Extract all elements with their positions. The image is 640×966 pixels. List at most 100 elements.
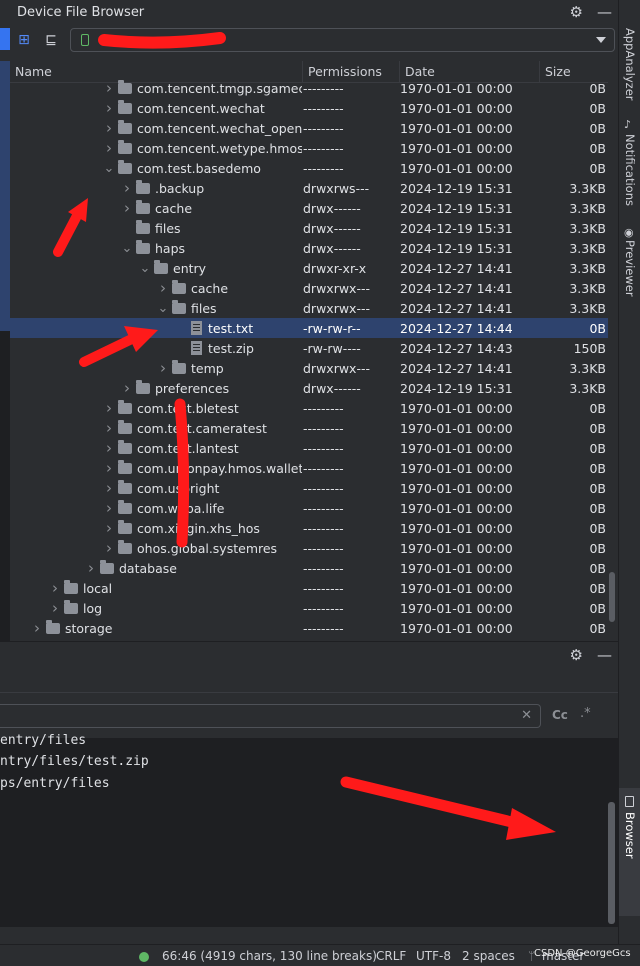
tree-view-icon[interactable]: ⊑ bbox=[42, 31, 60, 49]
chevron-right-icon[interactable]: › bbox=[120, 198, 134, 218]
tab-notifications[interactable]: Notifications bbox=[623, 134, 637, 206]
table-row[interactable]: › cache drwx------ 2024-12-19 15:31 3.3KB bbox=[10, 198, 608, 218]
row-size: 3.3KB bbox=[569, 300, 606, 316]
chevron-down-icon bbox=[596, 37, 606, 43]
row-permissions: --------- bbox=[303, 140, 344, 156]
find-input[interactable]: ✕ bbox=[0, 704, 541, 728]
chevron-right-icon[interactable]: › bbox=[156, 358, 170, 378]
chevron-right-icon[interactable]: › bbox=[102, 98, 116, 118]
match-case-toggle[interactable]: Cc bbox=[552, 708, 568, 722]
chevron-right-icon[interactable]: › bbox=[120, 378, 134, 398]
table-row[interactable]: › .backup drwxrws--- 2024-12-19 15:31 3.3KB bbox=[10, 178, 608, 198]
row-date: 1970-01-01 00:00 bbox=[400, 540, 513, 556]
row-size: 3.3KB bbox=[569, 180, 606, 196]
row-name: haps bbox=[155, 240, 186, 256]
table-row[interactable]: › com.wuba.life --------- 1970-01-01 00:00 0… bbox=[10, 498, 608, 518]
folder-icon bbox=[118, 539, 132, 554]
row-size: 0B bbox=[589, 520, 606, 536]
table-row[interactable]: › database --------- 1970-01-01 00:00 0B bbox=[10, 558, 608, 578]
row-date: 1970-01-01 00:00 bbox=[400, 440, 513, 456]
row-size: 0B bbox=[589, 160, 606, 176]
row-size: 0B bbox=[589, 560, 606, 576]
table-row[interactable]: › temp drwxrwx--- 2024-12-27 14:41 3.3KB bbox=[10, 358, 608, 378]
group-view-icon[interactable]: ⊞ bbox=[15, 31, 33, 49]
tab-previewer[interactable]: Previewer bbox=[623, 240, 637, 297]
row-date: 2024-12-27 14:43 bbox=[400, 340, 513, 356]
row-size: 0B bbox=[589, 460, 606, 476]
tab-device-file-browser[interactable]: Device File Browser bbox=[619, 788, 640, 916]
row-name: com.tencent.tmgp.sgamece... bbox=[137, 80, 302, 96]
chevron-right-icon[interactable]: › bbox=[156, 278, 170, 298]
chevron-right-icon[interactable]: › bbox=[30, 618, 44, 638]
table-row[interactable]: ⌄ files drwxrwx--- 2024-12-27 14:41 3.3KB bbox=[10, 298, 608, 318]
table-row[interactable]: › storage --------- 1970-01-01 00:00 0B bbox=[10, 618, 608, 638]
chevron-down-icon[interactable]: ⌄ bbox=[120, 238, 134, 258]
folder-icon bbox=[100, 559, 114, 574]
chevron-down-icon[interactable]: ⌄ bbox=[138, 258, 152, 278]
chevron-right-icon[interactable]: › bbox=[102, 498, 116, 518]
table-row[interactable]: › preferences drwx------ 2024-12-19 15:31 3.… bbox=[10, 378, 608, 398]
gear-icon[interactable]: ⚙ bbox=[570, 3, 583, 21]
row-date: 1970-01-01 00:00 bbox=[400, 460, 513, 476]
chevron-right-icon[interactable]: › bbox=[102, 138, 116, 158]
table-row[interactable]: test.txt -rw-rw-r-- 2024-12-27 14:44 0B bbox=[10, 318, 608, 338]
line-separator[interactable]: CRLF bbox=[376, 949, 406, 963]
folder-icon bbox=[118, 79, 132, 94]
chevron-right-icon[interactable]: › bbox=[48, 578, 62, 598]
tree-scrollbar[interactable] bbox=[609, 572, 615, 622]
table-row[interactable]: › com.test.lantest --------- 1970-01-01 00:… bbox=[10, 438, 608, 458]
chevron-right-icon[interactable]: › bbox=[102, 538, 116, 558]
table-row[interactable]: › com.tencent.wetype.hmos --------- 1970-01… bbox=[10, 138, 608, 158]
table-row[interactable]: › com.test.bletest --------- 1970-01-01 00:… bbox=[10, 398, 608, 418]
row-name: entry bbox=[173, 260, 207, 276]
table-row[interactable]: ⌄ com.test.basedemo --------- 1970-01-01 00… bbox=[10, 158, 608, 178]
row-permissions: --------- bbox=[303, 560, 344, 576]
chevron-right-icon[interactable]: › bbox=[102, 438, 116, 458]
minimize-icon[interactable]: — bbox=[597, 646, 612, 664]
chevron-right-icon[interactable]: › bbox=[102, 478, 116, 498]
table-row[interactable]: › log --------- 1970-01-01 00:00 0B bbox=[10, 598, 608, 618]
table-row[interactable]: ⌄ haps drwx------ 2024-12-19 15:31 3.3KB bbox=[10, 238, 608, 258]
chevron-right-icon[interactable]: › bbox=[102, 398, 116, 418]
chevron-right-icon[interactable]: › bbox=[120, 178, 134, 198]
table-row[interactable]: › com.unionpay.hmos.wallet --------- 1970-0… bbox=[10, 458, 608, 478]
table-row[interactable]: files drwx------ 2024-12-19 15:31 3.3KB bbox=[10, 218, 608, 238]
table-row[interactable]: ⌄ entry drwxr-xr-x 2024-12-27 14:41 3.3KB bbox=[10, 258, 608, 278]
chevron-right-icon[interactable]: › bbox=[102, 78, 116, 98]
chevron-right-icon[interactable]: › bbox=[84, 558, 98, 578]
folder-icon bbox=[118, 479, 132, 494]
indent-setting[interactable]: 2 spaces bbox=[462, 949, 515, 963]
table-row[interactable]: › com.xingin.xhs_hos --------- 1970-01-01 0… bbox=[10, 518, 608, 538]
table-row[interactable]: › com.usbright --------- 1970-01-01 00:00 0B bbox=[10, 478, 608, 498]
row-name: files bbox=[191, 300, 217, 316]
minimize-icon[interactable]: — bbox=[597, 3, 612, 21]
row-date: 2024-12-19 15:31 bbox=[400, 200, 513, 216]
regex-toggle[interactable]: .* bbox=[580, 706, 591, 721]
chevron-right-icon[interactable]: › bbox=[102, 118, 116, 138]
tab-app-analyzer[interactable]: AppAnalyzer bbox=[623, 28, 637, 101]
chevron-right-icon[interactable]: › bbox=[102, 518, 116, 538]
chevron-down-icon[interactable]: ⌄ bbox=[102, 158, 116, 178]
gear-icon[interactable]: ⚙ bbox=[570, 646, 583, 664]
chevron-right-icon[interactable]: › bbox=[102, 418, 116, 438]
table-row[interactable]: › cache drwxrwx--- 2024-12-27 14:41 3.3KB bbox=[10, 278, 608, 298]
file-encoding[interactable]: UTF-8 bbox=[416, 949, 451, 963]
row-date: 1970-01-01 00:00 bbox=[400, 100, 513, 116]
table-row[interactable]: › com.tencent.tmgp.sgamece...--------- 197… bbox=[10, 78, 608, 98]
caret-position[interactable]: 66:46 (4919 chars, 130 line breaks) bbox=[162, 949, 377, 963]
chevron-down-icon[interactable]: ⌄ bbox=[156, 298, 170, 318]
table-row[interactable]: › com.test.cameratest --------- 1970-01-01 … bbox=[10, 418, 608, 438]
device-selector[interactable]: L 5 bbox=[70, 28, 615, 52]
table-row[interactable]: test.zip -rw-rw---- 2024-12-27 14:43 150B bbox=[10, 338, 608, 358]
close-icon[interactable]: ✕ bbox=[521, 708, 532, 723]
row-name: storage bbox=[65, 620, 113, 636]
console-scrollbar[interactable] bbox=[608, 802, 615, 924]
row-date: 1970-01-01 00:00 bbox=[400, 620, 513, 636]
row-name: cache bbox=[155, 200, 193, 216]
chevron-right-icon[interactable]: › bbox=[48, 598, 62, 618]
table-row[interactable]: › com.tencent.wechat_openap --------- 1970-… bbox=[10, 118, 608, 138]
table-row[interactable]: › com.tencent.wechat --------- 1970-01-01 0… bbox=[10, 98, 608, 118]
chevron-right-icon[interactable]: › bbox=[102, 458, 116, 478]
table-row[interactable]: › local --------- 1970-01-01 00:00 0B bbox=[10, 578, 608, 598]
table-row[interactable]: › ohos.global.systemres --------- 1970-01-0… bbox=[10, 538, 608, 558]
